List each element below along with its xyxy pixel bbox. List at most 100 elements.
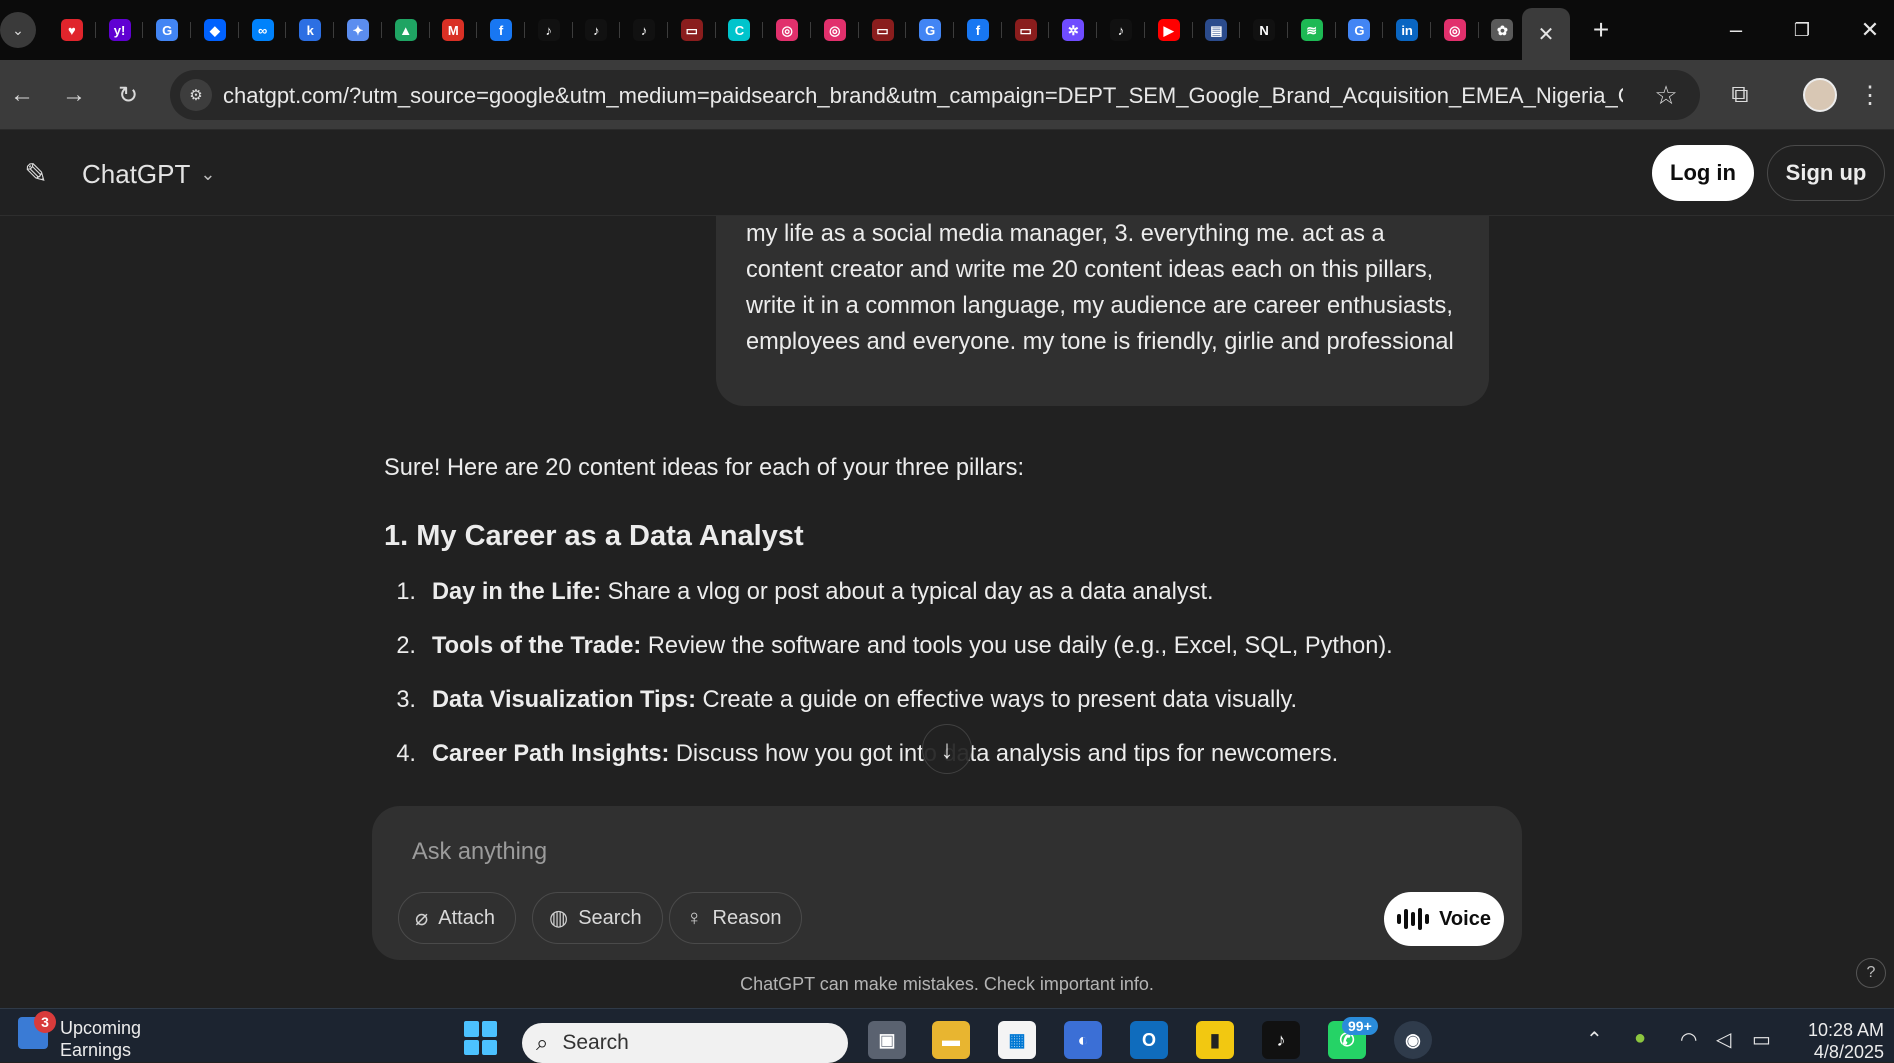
model-picker[interactable]: ChatGPT ⌄ bbox=[82, 156, 215, 192]
copilot-icon[interactable]: ◐ bbox=[1064, 1021, 1102, 1059]
pinned-tab[interactable]: ▲ bbox=[382, 12, 430, 48]
power-bi-icon[interactable]: ▮ bbox=[1196, 1021, 1234, 1059]
meta-icon: ∞ bbox=[251, 19, 274, 41]
facebook-icon: f bbox=[966, 19, 989, 41]
canva-icon: C bbox=[728, 19, 751, 41]
site-info-icon[interactable]: ⚙ bbox=[180, 79, 212, 111]
active-tab[interactable]: ✕ bbox=[1522, 8, 1570, 60]
new-chat-icon[interactable]: ✎ bbox=[18, 155, 54, 191]
address-bar[interactable]: ⚙ chatgpt.com/?utm_source=google&utm_med… bbox=[170, 70, 1700, 120]
list-item-title: Data Visualization Tips: bbox=[432, 687, 696, 713]
microsoft-store-icon[interactable]: ▦ bbox=[998, 1021, 1036, 1059]
tiktok-icon: ♪ bbox=[585, 19, 608, 41]
outlook-icon[interactable]: O bbox=[1130, 1021, 1168, 1059]
pinned-tab[interactable]: ▭ bbox=[859, 12, 907, 48]
tab-search-chevron-icon[interactable]: ⌄ bbox=[0, 12, 36, 48]
list-item-title: Day in the Life: bbox=[432, 579, 602, 605]
pinned-tab[interactable]: ♥ bbox=[48, 12, 96, 48]
profile-avatar[interactable] bbox=[1803, 78, 1837, 112]
reload-icon[interactable]: ↻ bbox=[110, 77, 146, 113]
pinned-tab[interactable]: ◎ bbox=[1431, 12, 1479, 48]
prompt-input[interactable] bbox=[412, 832, 1472, 872]
scroll-down-arrow-icon[interactable]: ↓ bbox=[922, 724, 972, 774]
composer: ⌀ Attach ◍ Search ♀ Reason Voice bbox=[372, 806, 1522, 960]
pinned-tab[interactable]: ▭ bbox=[668, 12, 716, 48]
pinned-tab[interactable]: C bbox=[716, 12, 764, 48]
pinned-tab[interactable]: ▭ bbox=[1002, 12, 1050, 48]
battery-icon[interactable]: ▭ bbox=[1752, 1027, 1771, 1052]
chrome-icon[interactable]: ◉ bbox=[1394, 1021, 1432, 1059]
show-hidden-icons-icon[interactable]: ⌃ bbox=[1586, 1027, 1603, 1052]
pinned-tab[interactable]: ≋ bbox=[1288, 12, 1336, 48]
tiktok-icon: ♪ bbox=[633, 19, 656, 41]
widgets-subtitle: Earnings bbox=[60, 1040, 132, 1060]
forward-icon[interactable]: → bbox=[56, 77, 92, 113]
pinned-tab[interactable]: f bbox=[477, 12, 525, 48]
volume-icon[interactable]: ◁ bbox=[1716, 1027, 1731, 1052]
taskbar-search-label: Search bbox=[562, 1031, 629, 1054]
google-icon: G bbox=[1348, 19, 1371, 41]
pinned-tab[interactable]: G bbox=[906, 12, 954, 48]
close-tab-icon[interactable]: ✕ bbox=[1538, 22, 1555, 47]
url-text[interactable]: chatgpt.com/?utm_source=google&utm_mediu… bbox=[223, 83, 1623, 109]
widgets-button[interactable]: 3 Upcoming Earnings bbox=[18, 1011, 141, 1061]
pinned-tab[interactable]: ▤ bbox=[1193, 12, 1241, 48]
pinned-tab[interactable]: N bbox=[1240, 12, 1288, 48]
pinned-tab[interactable]: ✦ bbox=[334, 12, 382, 48]
pinned-tab[interactable]: G bbox=[143, 12, 191, 48]
pinned-tab[interactable]: ✲ bbox=[1049, 12, 1097, 48]
pinned-tab[interactable]: k bbox=[286, 12, 334, 48]
help-icon[interactable]: ? bbox=[1856, 958, 1886, 988]
list-item-number: 2. bbox=[396, 633, 416, 659]
pinned-tab[interactable]: G bbox=[1336, 12, 1384, 48]
security-icon[interactable]: ● bbox=[1634, 1027, 1646, 1050]
pinned-tab[interactable]: ♪ bbox=[573, 12, 621, 48]
taskbar-search[interactable]: ⌕ Search bbox=[522, 1023, 848, 1063]
linkedin-icon: in bbox=[1396, 19, 1419, 41]
pinned-tab[interactable]: in bbox=[1383, 12, 1431, 48]
user-message-bubble: my life as a social media manager, 3. ev… bbox=[716, 216, 1489, 406]
attach-button[interactable]: ⌀ Attach bbox=[398, 892, 516, 944]
klarna-icon: k bbox=[299, 19, 322, 41]
extensions-icon[interactable]: ⧉ bbox=[1722, 77, 1758, 113]
browser-menu-icon[interactable]: ⋮ bbox=[1855, 77, 1885, 113]
list-item-text: Review the software and tools you use da… bbox=[641, 633, 1393, 659]
pinned-tab[interactable]: M bbox=[430, 12, 478, 48]
back-icon[interactable]: ← bbox=[4, 77, 40, 113]
task-view-icon[interactable]: ▣ bbox=[868, 1021, 906, 1059]
dropbox-icon: ◆ bbox=[203, 19, 226, 41]
tiktok-app-icon[interactable]: ♪ bbox=[1262, 1021, 1300, 1059]
bookmark-star-icon[interactable]: ☆ bbox=[1650, 79, 1682, 111]
close-window-icon[interactable]: ✕ bbox=[1850, 12, 1890, 48]
new-tab-button[interactable]: + bbox=[1584, 14, 1618, 46]
start-button[interactable] bbox=[464, 1021, 498, 1055]
signup-button[interactable]: Sign up bbox=[1767, 145, 1885, 201]
pinned-tab[interactable]: y! bbox=[96, 12, 144, 48]
chevron-down-icon: ⌄ bbox=[200, 163, 216, 184]
pinned-tab[interactable]: ◎ bbox=[811, 12, 859, 48]
restore-icon[interactable]: ❐ bbox=[1782, 12, 1822, 48]
pinned-tab[interactable]: ♪ bbox=[620, 12, 668, 48]
notion-icon: N bbox=[1253, 19, 1276, 41]
pinned-tab[interactable]: ◆ bbox=[191, 12, 239, 48]
google-icon: G bbox=[156, 19, 179, 41]
pinned-tab[interactable]: ♪ bbox=[1097, 12, 1145, 48]
app-icon: ▭ bbox=[1014, 19, 1037, 41]
file-explorer-icon[interactable]: ▬ bbox=[932, 1021, 970, 1059]
pinned-tab[interactable]: f bbox=[954, 12, 1002, 48]
reason-button[interactable]: ♀ Reason bbox=[669, 892, 803, 944]
pinned-tab[interactable]: ✿ bbox=[1479, 12, 1527, 48]
tiktok-icon: ♪ bbox=[537, 19, 560, 41]
minimize-icon[interactable]: – bbox=[1716, 12, 1756, 48]
pinned-tab[interactable]: ♪ bbox=[525, 12, 573, 48]
pinned-tab[interactable]: ▶ bbox=[1145, 12, 1193, 48]
wifi-icon[interactable]: ◠ bbox=[1680, 1027, 1697, 1052]
pinned-tab[interactable]: ∞ bbox=[239, 12, 287, 48]
user-message-text: my life as a social media manager, 3. ev… bbox=[746, 221, 1454, 355]
search-button[interactable]: ◍ Search bbox=[532, 892, 663, 944]
login-button[interactable]: Log in bbox=[1652, 145, 1754, 201]
voice-button[interactable]: Voice bbox=[1384, 892, 1504, 946]
system-clock[interactable]: 10:28 AM 4/8/2025 bbox=[1788, 1019, 1884, 1063]
list-item: 1. Day in the Life: Share a vlog or post … bbox=[384, 576, 1213, 608]
pinned-tab[interactable]: ◎ bbox=[763, 12, 811, 48]
